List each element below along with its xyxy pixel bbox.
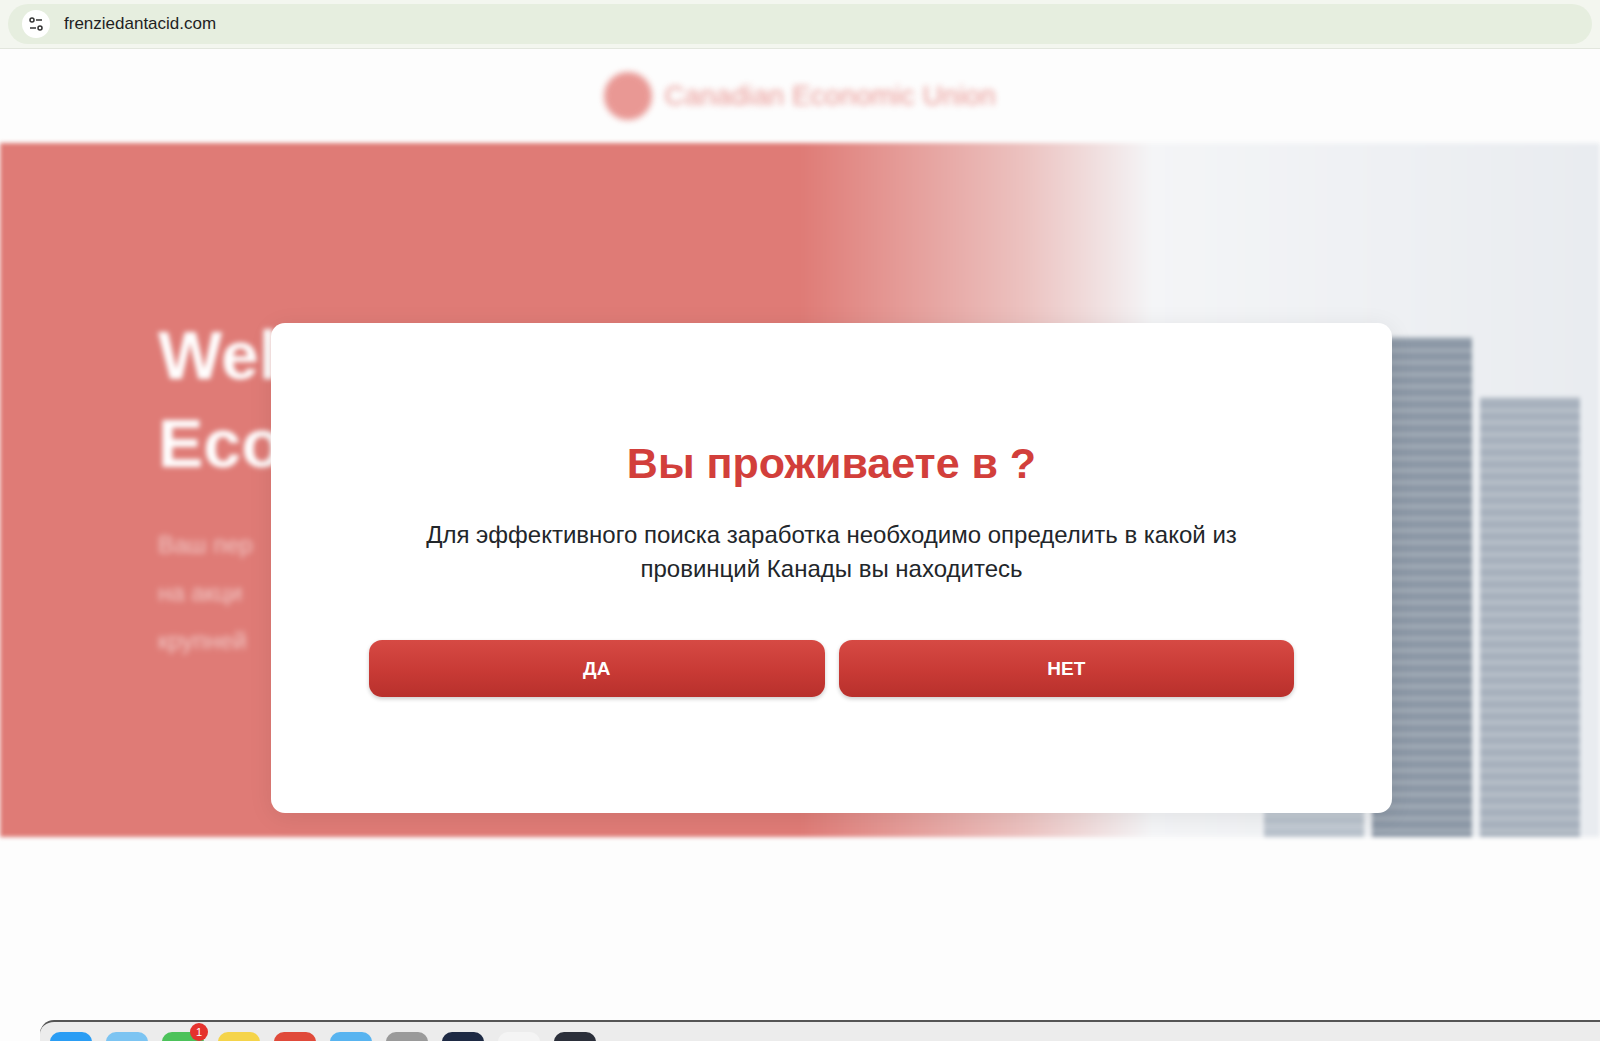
web-page: Canadian Economic Union WelEco Ваш пер на а…	[0, 49, 1600, 1041]
dock-app-icon[interactable]	[330, 1032, 372, 1041]
dock-badge: 1	[190, 1023, 208, 1041]
dock: 1	[40, 1020, 1600, 1041]
hero-subtitle-line: крупней	[158, 623, 283, 659]
modal-title: Вы проживаете в ?	[627, 439, 1036, 488]
dock-app-icon[interactable]	[442, 1032, 484, 1041]
answer-button[interactable]: ДА	[369, 640, 825, 697]
modal-text: Для эффективного поиска заработка необхо…	[377, 518, 1287, 586]
hero-title-line: Eco	[158, 399, 283, 487]
hero-subtitle-line: Ваш пер	[158, 527, 283, 563]
address-bar: frenziedantacid.com	[0, 0, 1600, 49]
dock-app-icon[interactable]	[554, 1032, 596, 1041]
logo-text: Canadian Economic Union	[664, 80, 996, 112]
logo-icon	[604, 72, 652, 120]
page-body	[0, 837, 1600, 1020]
url-field[interactable]: frenziedantacid.com	[8, 4, 1592, 44]
dock-app-icon[interactable]	[386, 1032, 428, 1041]
building	[1480, 397, 1580, 837]
dock-app-icon[interactable]	[106, 1032, 148, 1041]
tune-icon	[28, 16, 44, 32]
dock-app-icon[interactable]: 1	[162, 1032, 204, 1041]
hero-text: WelEco Ваш пер на акци крупней	[0, 143, 283, 837]
province-modal: Вы проживаете в ? Для эффективного поиска…	[271, 323, 1392, 813]
hero-title-line: Wel	[158, 311, 283, 399]
site-header: Canadian Economic Union	[0, 49, 1600, 143]
dock-app-icon[interactable]	[50, 1032, 92, 1041]
browser-window: frenziedantacid.com Canadian Economic Uni…	[0, 0, 1600, 1041]
dock-app-icon[interactable]	[218, 1032, 260, 1041]
site-settings-icon[interactable]	[22, 10, 50, 38]
hero-subtitle: Ваш пер на акци крупней	[158, 527, 283, 659]
url-text: frenziedantacid.com	[64, 14, 216, 34]
dock-app-icon[interactable]	[498, 1032, 540, 1041]
dock-app-icon[interactable]	[274, 1032, 316, 1041]
modal-buttons: ДАНЕТ	[369, 640, 1294, 697]
hero-subtitle-line: на акци	[158, 575, 283, 611]
answer-button[interactable]: НЕТ	[839, 640, 1295, 697]
